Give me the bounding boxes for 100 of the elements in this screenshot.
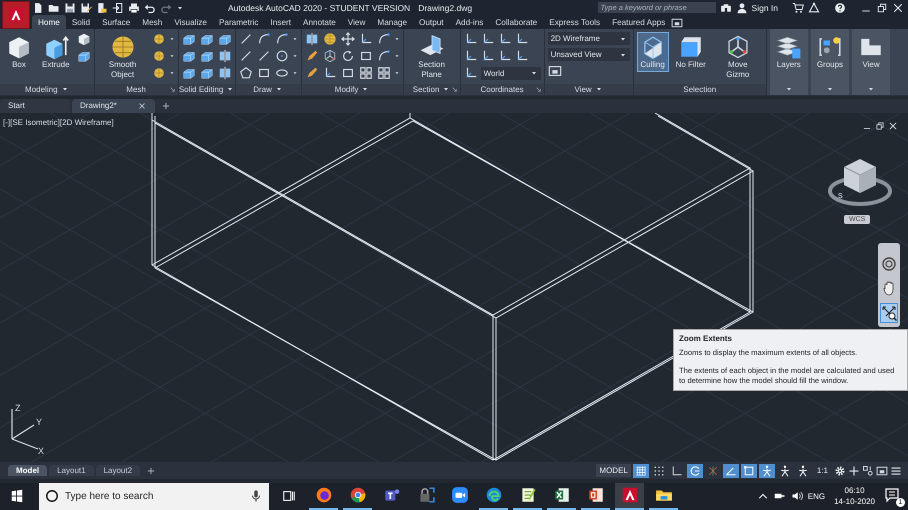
start-icon[interactable]	[10, 489, 24, 504]
units-icon[interactable]	[862, 464, 874, 476]
panel-label[interactable]: Modify	[334, 84, 358, 94]
viewport-icon[interactable]	[548, 64, 562, 78]
ribbon-tool-button[interactable]: Layers	[772, 32, 805, 72]
dialog-launcher-icon[interactable]	[534, 86, 542, 93]
dialog-launcher-icon[interactable]	[450, 86, 458, 93]
share-icon[interactable]	[112, 2, 124, 14]
cart-icon[interactable]	[792, 2, 804, 14]
viewport-label[interactable]: [-][SE Isometric][2D Wireframe]	[3, 118, 114, 127]
taskbar-app-button[interactable]	[615, 482, 644, 510]
model-space-button[interactable]: MODEL	[596, 464, 631, 477]
navigation-button[interactable]	[880, 254, 898, 273]
document-tab[interactable]: Drawing2*	[72, 98, 155, 113]
circle-icon[interactable]	[274, 49, 289, 63]
arc-icon[interactable]	[376, 49, 391, 63]
ribbon-tab[interactable]: Output	[413, 15, 450, 29]
speaker-icon[interactable]	[790, 490, 803, 502]
new-layout-icon[interactable]	[146, 466, 156, 476]
line-icon[interactable]	[256, 49, 271, 63]
undo-icon[interactable]	[144, 2, 156, 14]
binoculars-icon[interactable]	[720, 2, 732, 14]
ribbon-tab[interactable]: Home	[32, 15, 66, 29]
layout-tab[interactable]: Model	[8, 465, 48, 476]
view-dropdown[interactable]: Unsaved View	[548, 48, 630, 61]
document-tab[interactable]: Start	[0, 98, 70, 113]
solid-icon[interactable]	[182, 66, 196, 80]
close-icon[interactable]	[892, 2, 904, 14]
cube-icon[interactable]	[76, 32, 91, 46]
solid-icon[interactable]	[182, 32, 196, 46]
ribbon-tab[interactable]: Mesh	[136, 15, 168, 29]
mirror-icon[interactable]	[218, 66, 232, 80]
solid-icon[interactable]	[76, 49, 91, 63]
ribbon-tool-button[interactable]: View	[855, 32, 888, 72]
clock[interactable]: 06:10 14-10-2020	[834, 486, 875, 506]
close-icon[interactable]	[888, 120, 898, 131]
array-icon[interactable]	[376, 66, 391, 80]
settings-icon[interactable]	[834, 464, 846, 476]
caret-icon[interactable]	[168, 70, 175, 76]
layout-tab[interactable]: Layout1	[49, 465, 94, 476]
line-icon[interactable]	[238, 32, 253, 46]
caret-icon[interactable]	[292, 70, 298, 76]
notifications-icon[interactable]	[884, 487, 900, 504]
ribbon-tab[interactable]: View	[342, 15, 372, 29]
language-indicator[interactable]: ENG	[808, 492, 826, 501]
ribbon-tool-button[interactable]: No Filter	[672, 32, 709, 72]
ribbon-tool-button[interactable]: Groups	[814, 32, 846, 72]
task-view-icon[interactable]	[282, 489, 296, 504]
rotate-icon[interactable]	[340, 49, 355, 63]
view-dropdown[interactable]: 2D Wireframe	[548, 32, 630, 45]
line-icon[interactable]	[238, 49, 253, 63]
arc-icon[interactable]	[256, 32, 271, 46]
ribbon-tab[interactable]: Annotate	[297, 15, 342, 29]
ribbon-tab[interactable]: Add-ins	[450, 15, 490, 29]
help-icon[interactable]	[834, 2, 846, 14]
ribbon-tab[interactable]: Surface	[96, 15, 136, 29]
document-icon[interactable]	[96, 2, 108, 14]
status-toggle[interactable]	[722, 464, 739, 478]
fullscreen-icon[interactable]	[876, 464, 888, 476]
app-logo-button[interactable]	[2, 1, 30, 29]
solid-icon[interactable]	[182, 49, 196, 63]
ribbon-tab[interactable]: Manage	[371, 15, 413, 29]
arc-icon[interactable]	[274, 32, 289, 46]
rectangle-icon[interactable]	[340, 66, 355, 80]
solid-icon[interactable]	[200, 32, 214, 46]
restore-icon[interactable]	[876, 2, 888, 14]
caret-icon[interactable]	[292, 36, 298, 42]
sphere-icon[interactable]	[152, 49, 166, 63]
panel-label[interactable]: Mesh	[126, 84, 146, 94]
pentagon-icon[interactable]	[238, 66, 253, 80]
ribbon-tool-button[interactable]: Move Gizmo	[712, 32, 763, 82]
layout-tab[interactable]: Layout2	[96, 465, 140, 476]
solid-icon[interactable]	[200, 49, 214, 63]
close-icon[interactable]	[136, 100, 147, 111]
microphone-icon[interactable]	[249, 489, 263, 504]
status-toggle[interactable]	[632, 464, 649, 478]
caret-icon[interactable]	[394, 70, 400, 76]
ribbon-tab[interactable]: Featured Apps	[606, 15, 672, 29]
status-toggle[interactable]	[686, 464, 703, 478]
ribbon-tab[interactable]: Parametric	[212, 15, 265, 29]
caret-icon[interactable]	[168, 36, 175, 42]
solid-icon[interactable]	[218, 32, 232, 46]
print-icon[interactable]	[128, 2, 140, 14]
ribbon-tool-button[interactable]: Smooth Object	[98, 32, 148, 82]
navigation-button[interactable]	[880, 302, 898, 323]
solid-icon[interactable]	[200, 66, 214, 80]
pencil-icon[interactable]	[304, 49, 319, 63]
pencil-icon[interactable]	[304, 66, 319, 80]
save-as-icon[interactable]	[80, 2, 92, 14]
restore-icon[interactable]	[875, 120, 885, 131]
caret-icon[interactable]	[168, 53, 175, 59]
ribbon-tab[interactable]: Visualize	[168, 15, 213, 29]
ribbon-tool-button[interactable]: Culling	[636, 32, 669, 72]
caret-icon[interactable]	[394, 53, 400, 59]
caret-icon[interactable]	[394, 36, 400, 42]
ribbon-tool-button[interactable]: Section Plane	[406, 32, 457, 82]
caret-icon[interactable]	[292, 53, 298, 59]
ribbon-tab[interactable]: Express Tools	[543, 15, 606, 29]
ribbon-tab[interactable]: Collaborate	[489, 15, 544, 29]
ucs-dropdown[interactable]: World	[480, 66, 541, 80]
